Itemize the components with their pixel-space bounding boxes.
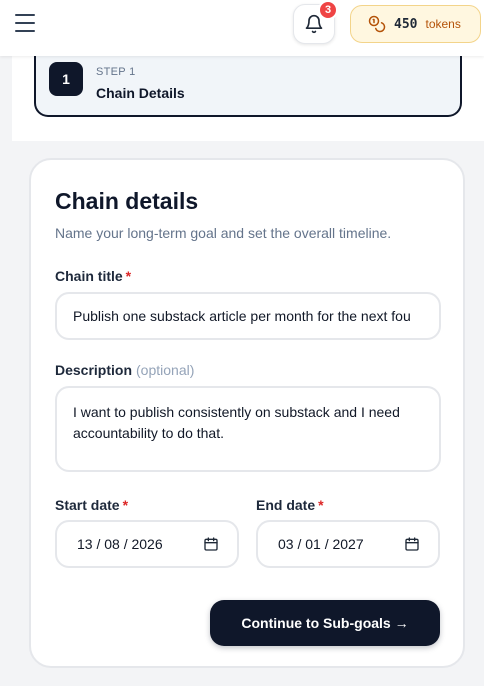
chain-title-input[interactable]: Publish one substack article per month f… [55, 292, 441, 340]
step-card-chain-details[interactable]: 1 STEP 1 Chain Details [34, 50, 462, 117]
calendar-icon[interactable] [203, 536, 219, 552]
end-date-input[interactable]: 03 / 01 / 2027 [256, 520, 440, 568]
description-value: I want to publish consistently on substa… [73, 404, 400, 441]
step-title: Chain Details [96, 85, 185, 101]
end-date-label: End date * [256, 497, 324, 513]
required-marker: * [125, 268, 132, 284]
continue-to-subgoals-button[interactable]: Continue to Sub-goals → [210, 600, 440, 646]
top-bar: 3 450 tokens [0, 0, 484, 56]
optional-marker: (optional) [136, 362, 195, 378]
chain-title-label: Chain title * [55, 268, 132, 284]
end-date-value: 03 / 01 / 2027 [278, 536, 364, 552]
step-kicker: STEP 1 [96, 66, 136, 78]
form-subtitle: Name your long-term goal and set the ove… [55, 225, 392, 241]
form-title: Chain details [55, 188, 199, 214]
required-marker: * [122, 497, 129, 513]
chain-title-value: Publish one substack article per month f… [73, 308, 411, 324]
tokens-label: tokens [425, 17, 461, 31]
step-number: 1 [49, 62, 83, 96]
start-date-input[interactable]: 13 / 08 / 2026 [55, 520, 239, 568]
tokens-amount: 450 [394, 16, 418, 32]
notification-count-badge: 3 [318, 0, 338, 20]
description-textarea[interactable]: I want to publish consistently on substa… [55, 386, 441, 472]
start-date-value: 13 / 08 / 2026 [77, 536, 163, 552]
tokens-balance[interactable]: 450 tokens [350, 5, 481, 43]
menu-icon[interactable] [15, 14, 35, 32]
coins-icon [368, 15, 386, 33]
description-label: Description (optional) [55, 362, 195, 378]
calendar-icon[interactable] [404, 536, 420, 552]
start-date-label: Start date * [55, 497, 129, 513]
required-marker: * [318, 497, 324, 513]
chain-details-form: Chain details Name your long-term goal a… [29, 158, 465, 668]
